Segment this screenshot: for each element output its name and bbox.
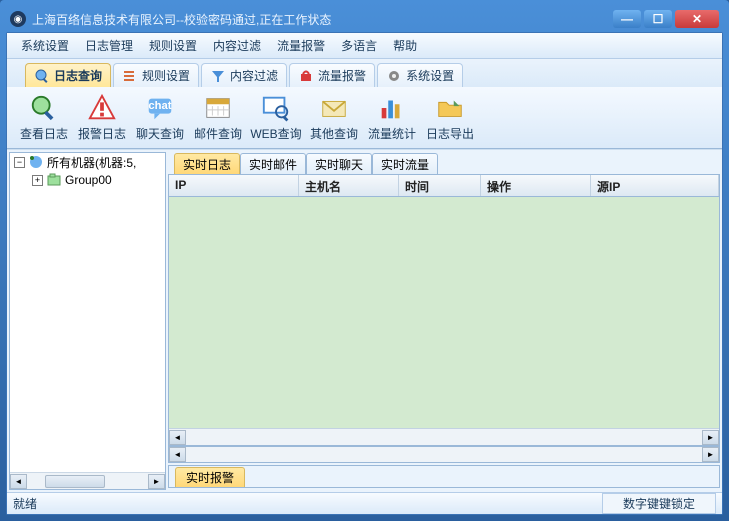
toolbar-label: 日志导出 <box>426 125 474 142</box>
ribbon-tab-label: 流量报警 <box>318 67 366 84</box>
toolbar-label: 报警日志 <box>78 125 126 142</box>
toolbar-web-query[interactable]: WEB查询 <box>247 88 305 146</box>
menu-bar: 系统设置 日志管理 规则设置 内容过滤 流量报警 多语言 帮助 <box>7 33 722 59</box>
toolbar-other-query[interactable]: 其他查询 <box>305 88 363 146</box>
col-hostname[interactable]: 主机名 <box>299 175 399 196</box>
tree-expander-icon[interactable]: + <box>32 175 43 186</box>
toolbar-label: 邮件查询 <box>194 125 242 142</box>
tab-realtime-chat[interactable]: 实时聊天 <box>306 153 372 174</box>
window-frame: ◉ 上海百络信息技术有限公司--校验密码通过,正在工作状态 — ☐ ✕ 系统设置… <box>0 0 729 521</box>
calendar-icon <box>203 93 233 123</box>
ribbon-tab-filter[interactable]: 内容过滤 <box>201 63 287 87</box>
machine-tree[interactable]: − 所有机器(机器:5, + Group00 ◄ ► <box>9 152 166 490</box>
scroll-left-icon[interactable]: ◄ <box>169 430 186 445</box>
ribbon-tab-logquery[interactable]: 日志查询 <box>25 63 111 87</box>
titlebar[interactable]: ◉ 上海百络信息技术有限公司--校验密码通过,正在工作状态 — ☐ ✕ <box>6 6 723 32</box>
web-search-icon <box>261 93 291 123</box>
menu-filter[interactable]: 内容过滤 <box>207 35 267 56</box>
chart-icon <box>377 93 407 123</box>
main-content: − 所有机器(机器:5, + Group00 ◄ ► <box>7 149 722 492</box>
toolbar-export-log[interactable]: 日志导出 <box>421 88 479 146</box>
svg-text:chat: chat <box>148 99 171 111</box>
col-source-ip[interactable]: 源IP <box>591 175 719 196</box>
chat-icon: chat <box>145 93 175 123</box>
tab-realtime-log[interactable]: 实时日志 <box>174 153 240 174</box>
scroll-right-icon[interactable]: ► <box>702 447 719 462</box>
ribbon-tab-rules[interactable]: 规则设置 <box>113 63 199 87</box>
scroll-thumb[interactable] <box>45 475 105 488</box>
folder-icon <box>435 93 465 123</box>
warning-icon <box>87 93 117 123</box>
toolbar-alarm-log[interactable]: 报警日志 <box>73 88 131 146</box>
ribbon-tab-label: 日志查询 <box>54 67 102 84</box>
log-panel: 实时日志 实时邮件 实时聊天 实时流量 IP 主机名 时间 操作 源IP <box>168 152 720 490</box>
status-numlock: 数字键键锁定 <box>602 493 716 514</box>
toolbar-label: 其他查询 <box>310 125 358 142</box>
menu-lang[interactable]: 多语言 <box>335 35 383 56</box>
menu-traffic[interactable]: 流量报警 <box>271 35 331 56</box>
tree-group[interactable]: + Group00 <box>10 171 165 189</box>
col-ip[interactable]: IP <box>169 175 299 196</box>
grid-horizontal-scrollbar[interactable]: ◄ ► <box>169 428 719 445</box>
toolbar-label: 查看日志 <box>20 125 68 142</box>
tree-horizontal-scrollbar[interactable]: ◄ ► <box>10 472 165 489</box>
rule-icon <box>122 68 138 84</box>
close-button[interactable]: ✕ <box>675 10 719 28</box>
tree-root-label: 所有机器(机器:5, <box>47 154 136 171</box>
toolbar-label: WEB查询 <box>250 125 301 142</box>
ribbon-tab-label: 内容过滤 <box>230 67 278 84</box>
group-icon <box>46 172 62 188</box>
status-bar: 就绪 数字键键锁定 <box>7 492 722 514</box>
client-area: 系统设置 日志管理 规则设置 内容过滤 流量报警 多语言 帮助 日志查询 规则设… <box>6 32 723 515</box>
tab-realtime-mail[interactable]: 实时邮件 <box>240 153 306 174</box>
ribbon-tab-label: 系统设置 <box>406 67 454 84</box>
alarm-tab-strip: 实时报警 <box>168 465 720 488</box>
log-grid: IP 主机名 时间 操作 源IP ◄ ► <box>168 174 720 446</box>
filter-icon <box>210 68 226 84</box>
envelope-icon <box>319 93 349 123</box>
toolbar-label: 流量统计 <box>368 125 416 142</box>
magnifier-icon <box>29 93 59 123</box>
ribbon-tab-alarm[interactable]: 流量报警 <box>289 63 375 87</box>
tab-realtime-alarm[interactable]: 实时报警 <box>175 467 245 487</box>
menu-system[interactable]: 系统设置 <box>15 35 75 56</box>
network-icon <box>28 154 44 170</box>
log-tab-strip: 实时日志 实时邮件 实时聊天 实时流量 <box>168 152 720 174</box>
menu-log[interactable]: 日志管理 <box>79 35 139 56</box>
tab-realtime-traffic[interactable]: 实时流量 <box>372 153 438 174</box>
scroll-left-icon[interactable]: ◄ <box>10 474 27 489</box>
status-text: 就绪 <box>13 495 602 512</box>
gear-icon <box>386 68 402 84</box>
toolbar-label: 聊天查询 <box>136 125 184 142</box>
col-action[interactable]: 操作 <box>481 175 591 196</box>
toolbar-chat-query[interactable]: chat 聊天查询 <box>131 88 189 146</box>
toolbar-traffic-stats[interactable]: 流量统计 <box>363 88 421 146</box>
ribbon-tab-system[interactable]: 系统设置 <box>377 63 463 87</box>
tree-group-label: Group00 <box>65 173 112 187</box>
alarm-icon <box>298 68 314 84</box>
menu-rule[interactable]: 规则设置 <box>143 35 203 56</box>
toolbar-mail-query[interactable]: 邮件查询 <box>189 88 247 146</box>
alarm-panel: ◄ ► 实时报警 <box>168 446 720 490</box>
toolbar-view-log[interactable]: 查看日志 <box>15 88 73 146</box>
alarm-horizontal-scrollbar[interactable]: ◄ ► <box>168 446 720 463</box>
maximize-button[interactable]: ☐ <box>644 10 672 28</box>
tree-expander-icon[interactable]: − <box>14 157 25 168</box>
grid-header: IP 主机名 时间 操作 源IP <box>169 175 719 197</box>
search-log-icon <box>34 68 50 84</box>
scroll-right-icon[interactable]: ► <box>148 474 165 489</box>
ribbon-tab-label: 规则设置 <box>142 67 190 84</box>
grid-body[interactable] <box>169 197 719 428</box>
ribbon-tab-strip: 日志查询 规则设置 内容过滤 流量报警 系统设置 <box>7 59 722 87</box>
col-time[interactable]: 时间 <box>399 175 481 196</box>
minimize-button[interactable]: — <box>613 10 641 28</box>
menu-help[interactable]: 帮助 <box>387 35 423 56</box>
window-title: 上海百络信息技术有限公司--校验密码通过,正在工作状态 <box>32 11 613 28</box>
ribbon-toolbar: 查看日志 报警日志 chat 聊天查询 邮件查询 WEB查询 其他查询 <box>7 87 722 149</box>
tree-root[interactable]: − 所有机器(机器:5, <box>10 153 165 171</box>
app-icon: ◉ <box>10 11 26 27</box>
scroll-right-icon[interactable]: ► <box>702 430 719 445</box>
scroll-left-icon[interactable]: ◄ <box>169 447 186 462</box>
